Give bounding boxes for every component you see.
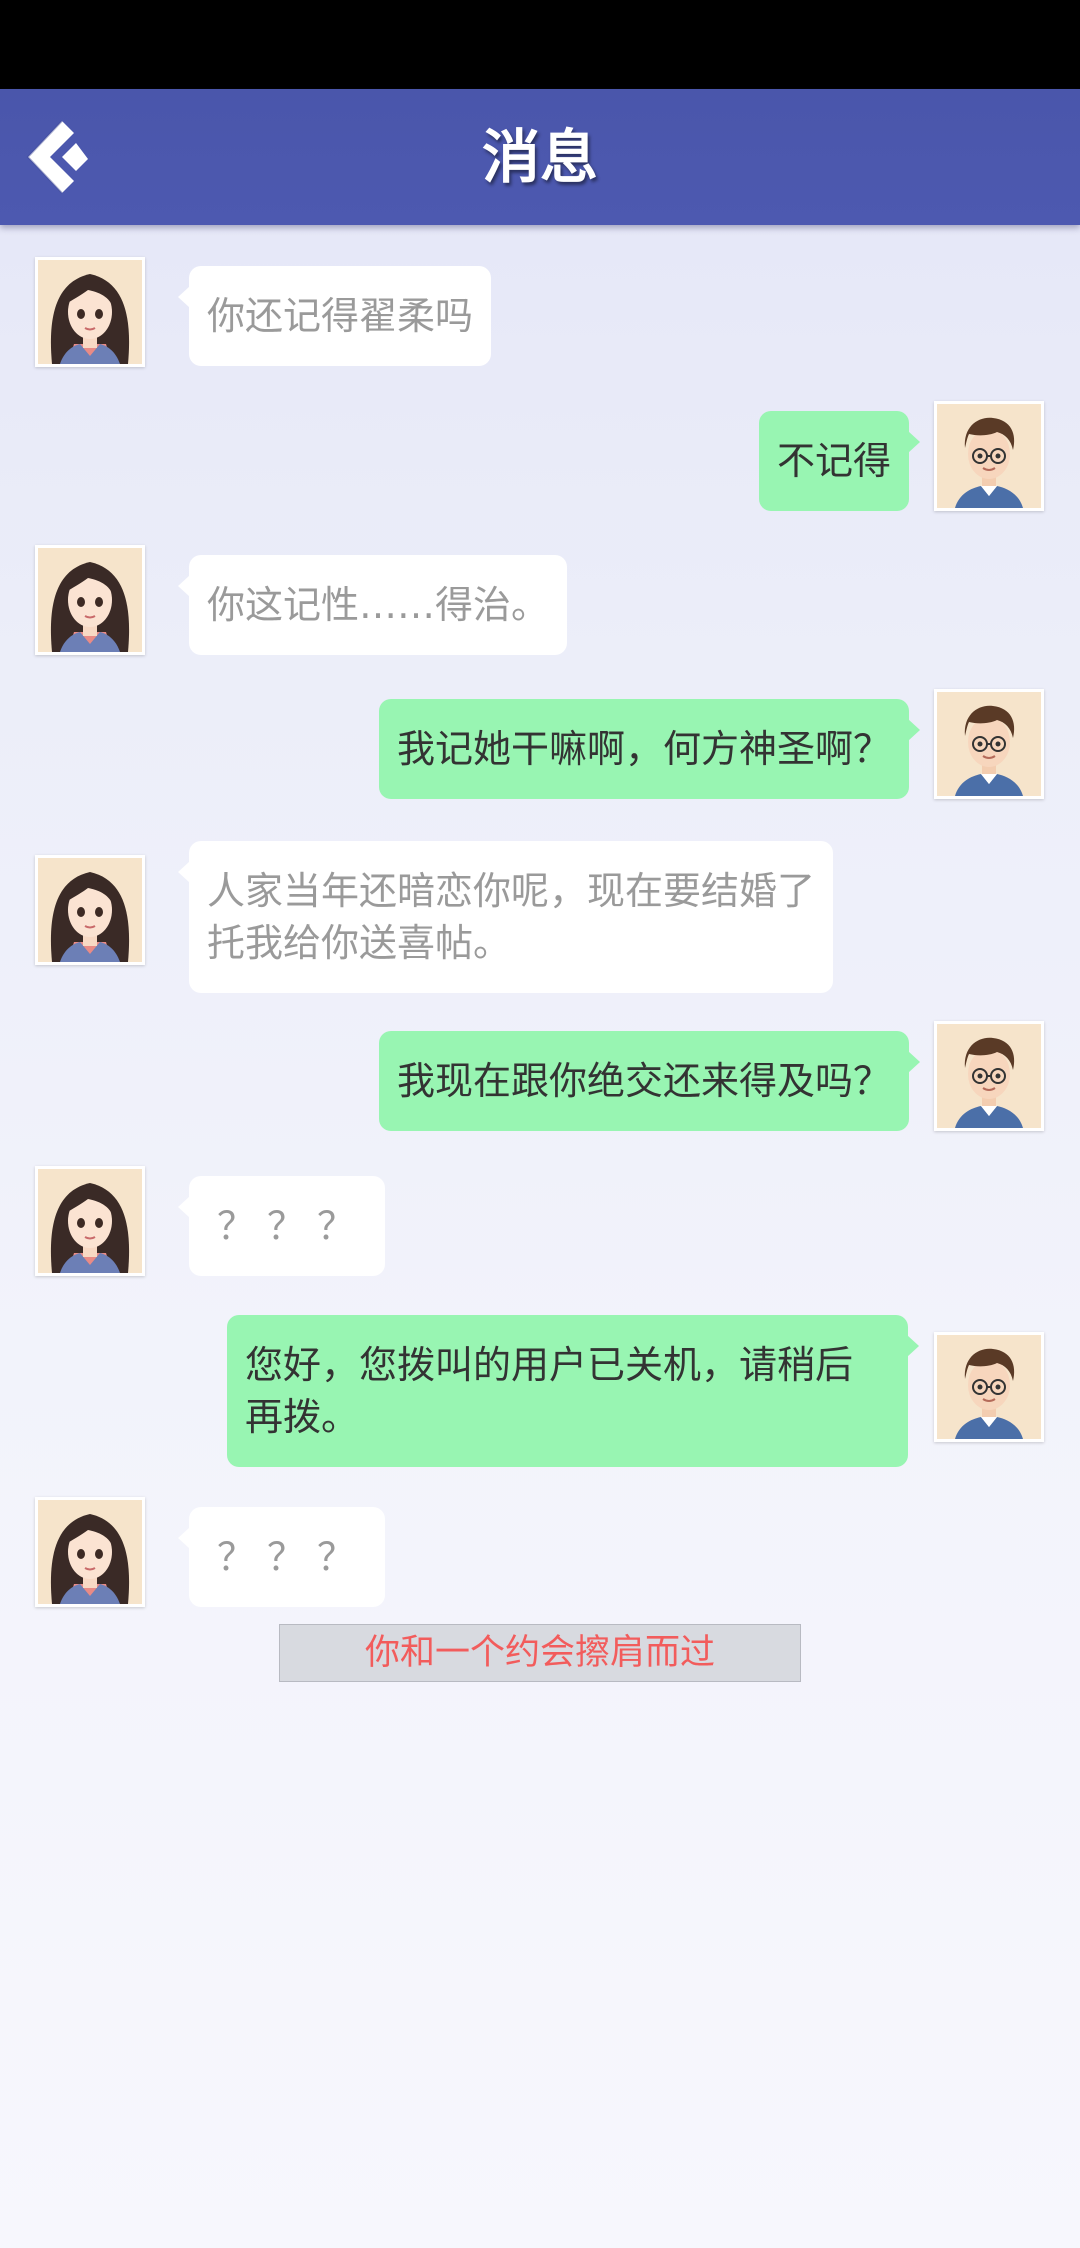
incoming-message: 你这记性……得治。 <box>177 555 568 655</box>
page-title: 消息 <box>481 123 598 191</box>
outgoing-message: 我记她干嘛啊，何方神圣啊？ <box>378 699 921 799</box>
status-bar <box>0 0 1080 89</box>
my-avatar[interactable] <box>934 1332 1044 1442</box>
girl-avatar[interactable] <box>35 855 145 965</box>
incoming-message: 你还记得翟柔吗 <box>177 266 492 366</box>
girl-avatar[interactable] <box>35 1497 145 1607</box>
incoming-message: 人家当年还暗恋你呢，现在要结婚了 托我给你送喜帖。 <box>177 841 834 993</box>
outgoing-message: 我现在跟你绝交还来得及吗？ <box>378 1031 921 1131</box>
system-note: 你和一个约会擦肩而过 <box>279 1624 801 1682</box>
incoming-message: ？？？ <box>177 1507 386 1607</box>
incoming-message: ？？？ <box>177 1176 386 1276</box>
girl-avatar[interactable] <box>35 257 145 367</box>
header-bar: 消息 <box>0 89 1080 225</box>
my-avatar[interactable] <box>934 1021 1044 1131</box>
girl-avatar[interactable] <box>35 545 145 655</box>
back-button[interactable] <box>18 111 110 203</box>
outgoing-message: 不记得 <box>758 411 921 511</box>
girl-avatar[interactable] <box>35 1166 145 1276</box>
back-arrow-icon <box>26 120 88 194</box>
my-avatar[interactable] <box>934 689 1044 799</box>
my-avatar[interactable] <box>934 401 1044 511</box>
outgoing-message: 您好，您拨叫的用户已关机，请稍后 再拨。 <box>227 1315 919 1467</box>
